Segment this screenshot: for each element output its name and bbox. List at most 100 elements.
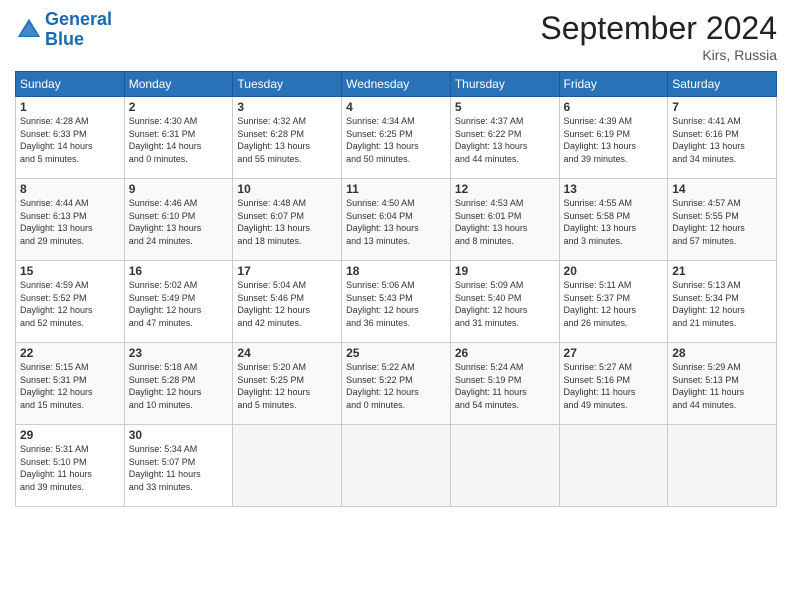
day-info: Sunrise: 5:24 AM Sunset: 5:19 PM Dayligh… bbox=[455, 361, 555, 411]
day-number: 29 bbox=[20, 428, 120, 442]
day-info: Sunrise: 5:18 AM Sunset: 5:28 PM Dayligh… bbox=[129, 361, 229, 411]
day-number: 11 bbox=[346, 182, 446, 196]
day-info: Sunrise: 5:09 AM Sunset: 5:40 PM Dayligh… bbox=[455, 279, 555, 329]
day-number: 25 bbox=[346, 346, 446, 360]
day-info: Sunrise: 4:48 AM Sunset: 6:07 PM Dayligh… bbox=[237, 197, 337, 247]
day-number: 4 bbox=[346, 100, 446, 114]
day-number: 5 bbox=[455, 100, 555, 114]
day-number: 3 bbox=[237, 100, 337, 114]
header-day: Sunday bbox=[16, 72, 125, 97]
calendar-cell: 12Sunrise: 4:53 AM Sunset: 6:01 PM Dayli… bbox=[450, 179, 559, 261]
day-number: 15 bbox=[20, 264, 120, 278]
day-info: Sunrise: 4:55 AM Sunset: 5:58 PM Dayligh… bbox=[564, 197, 664, 247]
calendar-cell bbox=[233, 425, 342, 507]
day-info: Sunrise: 5:29 AM Sunset: 5:13 PM Dayligh… bbox=[672, 361, 772, 411]
calendar-page: General Blue September 2024 Kirs, Russia… bbox=[0, 0, 792, 612]
logo-icon bbox=[15, 16, 43, 44]
logo-line1: General bbox=[45, 9, 112, 29]
calendar-cell: 17Sunrise: 5:04 AM Sunset: 5:46 PM Dayli… bbox=[233, 261, 342, 343]
day-info: Sunrise: 4:30 AM Sunset: 6:31 PM Dayligh… bbox=[129, 115, 229, 165]
day-info: Sunrise: 4:50 AM Sunset: 6:04 PM Dayligh… bbox=[346, 197, 446, 247]
day-number: 10 bbox=[237, 182, 337, 196]
day-number: 2 bbox=[129, 100, 229, 114]
day-info: Sunrise: 5:20 AM Sunset: 5:25 PM Dayligh… bbox=[237, 361, 337, 411]
day-info: Sunrise: 4:46 AM Sunset: 6:10 PM Dayligh… bbox=[129, 197, 229, 247]
day-number: 19 bbox=[455, 264, 555, 278]
day-number: 8 bbox=[20, 182, 120, 196]
calendar-cell: 5Sunrise: 4:37 AM Sunset: 6:22 PM Daylig… bbox=[450, 97, 559, 179]
calendar-cell: 1Sunrise: 4:28 AM Sunset: 6:33 PM Daylig… bbox=[16, 97, 125, 179]
day-info: Sunrise: 5:27 AM Sunset: 5:16 PM Dayligh… bbox=[564, 361, 664, 411]
day-number: 26 bbox=[455, 346, 555, 360]
day-info: Sunrise: 5:02 AM Sunset: 5:49 PM Dayligh… bbox=[129, 279, 229, 329]
logo-text: General Blue bbox=[45, 10, 112, 50]
logo: General Blue bbox=[15, 10, 112, 50]
calendar-cell: 15Sunrise: 4:59 AM Sunset: 5:52 PM Dayli… bbox=[16, 261, 125, 343]
day-number: 6 bbox=[564, 100, 664, 114]
day-number: 27 bbox=[564, 346, 664, 360]
header-day: Friday bbox=[559, 72, 668, 97]
header-day: Monday bbox=[124, 72, 233, 97]
calendar-cell: 27Sunrise: 5:27 AM Sunset: 5:16 PM Dayli… bbox=[559, 343, 668, 425]
day-info: Sunrise: 5:22 AM Sunset: 5:22 PM Dayligh… bbox=[346, 361, 446, 411]
day-info: Sunrise: 5:34 AM Sunset: 5:07 PM Dayligh… bbox=[129, 443, 229, 493]
calendar-cell: 24Sunrise: 5:20 AM Sunset: 5:25 PM Dayli… bbox=[233, 343, 342, 425]
day-info: Sunrise: 5:13 AM Sunset: 5:34 PM Dayligh… bbox=[672, 279, 772, 329]
calendar-cell: 25Sunrise: 5:22 AM Sunset: 5:22 PM Dayli… bbox=[342, 343, 451, 425]
calendar-cell: 9Sunrise: 4:46 AM Sunset: 6:10 PM Daylig… bbox=[124, 179, 233, 261]
day-number: 7 bbox=[672, 100, 772, 114]
calendar-cell: 8Sunrise: 4:44 AM Sunset: 6:13 PM Daylig… bbox=[16, 179, 125, 261]
week-row: 22Sunrise: 5:15 AM Sunset: 5:31 PM Dayli… bbox=[16, 343, 777, 425]
header: General Blue September 2024 Kirs, Russia bbox=[15, 10, 777, 63]
week-row: 1Sunrise: 4:28 AM Sunset: 6:33 PM Daylig… bbox=[16, 97, 777, 179]
calendar-cell: 18Sunrise: 5:06 AM Sunset: 5:43 PM Dayli… bbox=[342, 261, 451, 343]
day-number: 28 bbox=[672, 346, 772, 360]
day-number: 20 bbox=[564, 264, 664, 278]
week-row: 15Sunrise: 4:59 AM Sunset: 5:52 PM Dayli… bbox=[16, 261, 777, 343]
day-info: Sunrise: 4:39 AM Sunset: 6:19 PM Dayligh… bbox=[564, 115, 664, 165]
day-number: 12 bbox=[455, 182, 555, 196]
day-number: 17 bbox=[237, 264, 337, 278]
calendar-cell: 30Sunrise: 5:34 AM Sunset: 5:07 PM Dayli… bbox=[124, 425, 233, 507]
calendar-cell: 6Sunrise: 4:39 AM Sunset: 6:19 PM Daylig… bbox=[559, 97, 668, 179]
location: Kirs, Russia bbox=[540, 47, 777, 63]
calendar-cell: 10Sunrise: 4:48 AM Sunset: 6:07 PM Dayli… bbox=[233, 179, 342, 261]
logo-line2: Blue bbox=[45, 29, 84, 49]
week-row: 8Sunrise: 4:44 AM Sunset: 6:13 PM Daylig… bbox=[16, 179, 777, 261]
week-row: 29Sunrise: 5:31 AM Sunset: 5:10 PM Dayli… bbox=[16, 425, 777, 507]
month-title: September 2024 bbox=[540, 10, 777, 47]
day-number: 21 bbox=[672, 264, 772, 278]
calendar-cell: 7Sunrise: 4:41 AM Sunset: 6:16 PM Daylig… bbox=[668, 97, 777, 179]
day-number: 14 bbox=[672, 182, 772, 196]
day-info: Sunrise: 5:15 AM Sunset: 5:31 PM Dayligh… bbox=[20, 361, 120, 411]
calendar-cell: 2Sunrise: 4:30 AM Sunset: 6:31 PM Daylig… bbox=[124, 97, 233, 179]
day-info: Sunrise: 5:04 AM Sunset: 5:46 PM Dayligh… bbox=[237, 279, 337, 329]
calendar-cell: 22Sunrise: 5:15 AM Sunset: 5:31 PM Dayli… bbox=[16, 343, 125, 425]
title-section: September 2024 Kirs, Russia bbox=[540, 10, 777, 63]
calendar-cell bbox=[450, 425, 559, 507]
calendar-cell bbox=[668, 425, 777, 507]
day-info: Sunrise: 5:06 AM Sunset: 5:43 PM Dayligh… bbox=[346, 279, 446, 329]
calendar-cell: 21Sunrise: 5:13 AM Sunset: 5:34 PM Dayli… bbox=[668, 261, 777, 343]
calendar-cell: 29Sunrise: 5:31 AM Sunset: 5:10 PM Dayli… bbox=[16, 425, 125, 507]
day-number: 16 bbox=[129, 264, 229, 278]
day-number: 9 bbox=[129, 182, 229, 196]
calendar-cell bbox=[342, 425, 451, 507]
calendar-cell: 13Sunrise: 4:55 AM Sunset: 5:58 PM Dayli… bbox=[559, 179, 668, 261]
calendar-cell: 20Sunrise: 5:11 AM Sunset: 5:37 PM Dayli… bbox=[559, 261, 668, 343]
day-number: 24 bbox=[237, 346, 337, 360]
header-day: Wednesday bbox=[342, 72, 451, 97]
calendar-table: SundayMondayTuesdayWednesdayThursdayFrid… bbox=[15, 71, 777, 507]
calendar-cell: 19Sunrise: 5:09 AM Sunset: 5:40 PM Dayli… bbox=[450, 261, 559, 343]
day-number: 1 bbox=[20, 100, 120, 114]
day-info: Sunrise: 4:41 AM Sunset: 6:16 PM Dayligh… bbox=[672, 115, 772, 165]
calendar-cell: 11Sunrise: 4:50 AM Sunset: 6:04 PM Dayli… bbox=[342, 179, 451, 261]
day-number: 18 bbox=[346, 264, 446, 278]
day-info: Sunrise: 4:34 AM Sunset: 6:25 PM Dayligh… bbox=[346, 115, 446, 165]
day-number: 13 bbox=[564, 182, 664, 196]
calendar-cell: 16Sunrise: 5:02 AM Sunset: 5:49 PM Dayli… bbox=[124, 261, 233, 343]
day-info: Sunrise: 4:57 AM Sunset: 5:55 PM Dayligh… bbox=[672, 197, 772, 247]
header-row: SundayMondayTuesdayWednesdayThursdayFrid… bbox=[16, 72, 777, 97]
day-info: Sunrise: 4:59 AM Sunset: 5:52 PM Dayligh… bbox=[20, 279, 120, 329]
day-number: 22 bbox=[20, 346, 120, 360]
